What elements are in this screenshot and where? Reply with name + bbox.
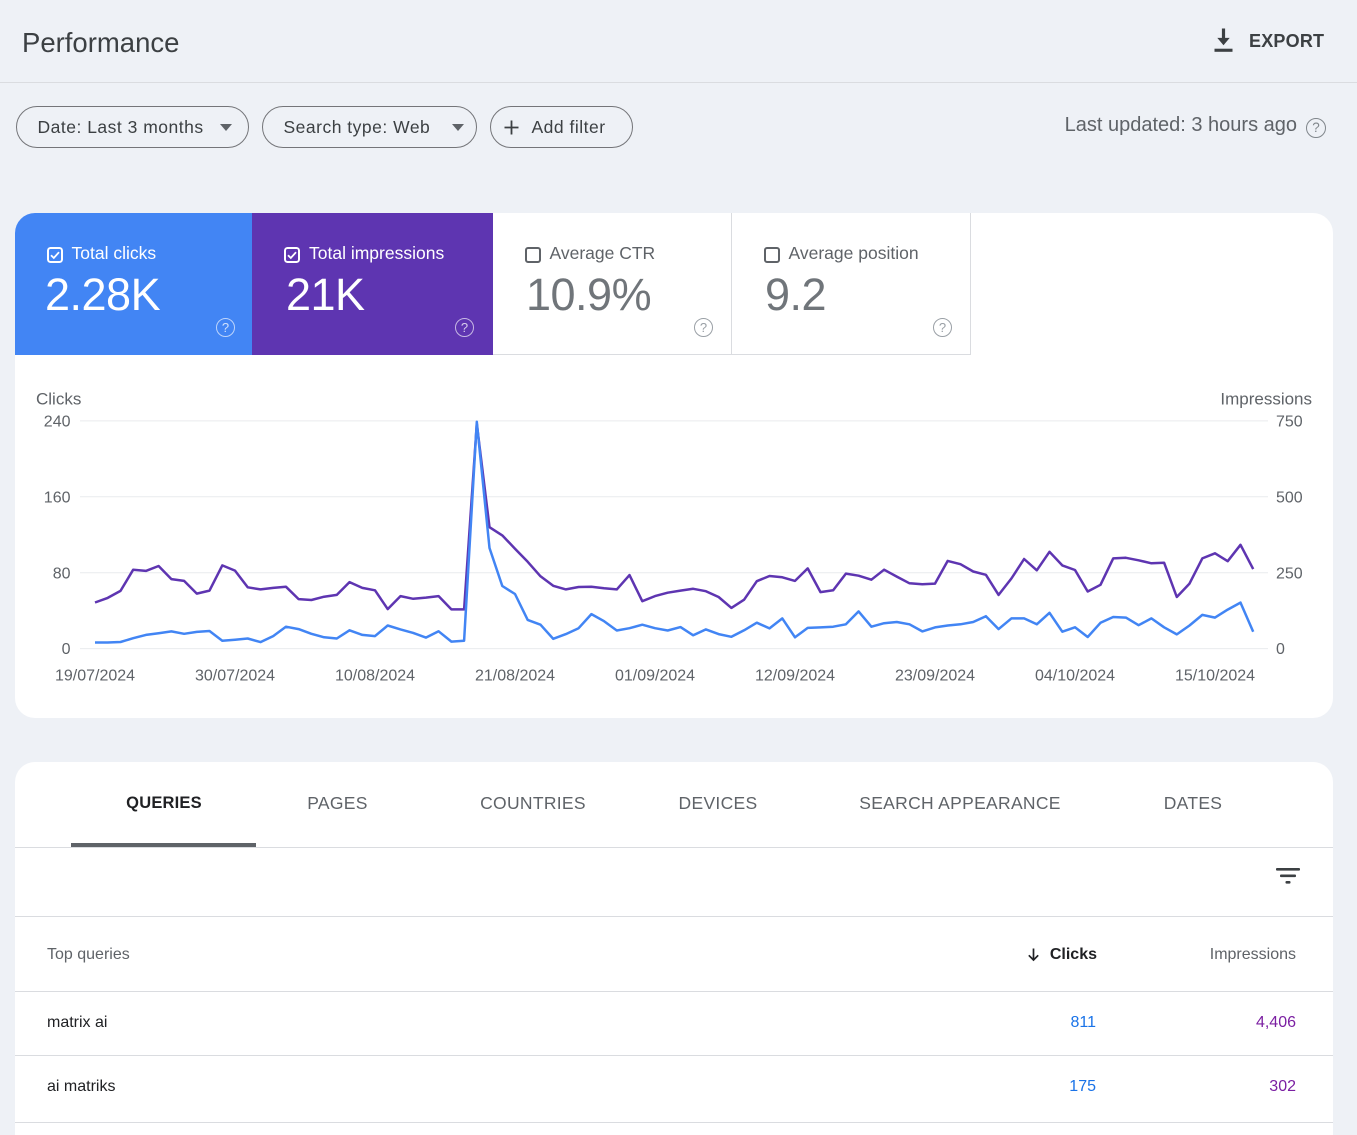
svg-text:04/10/2024: 04/10/2024 [1035,668,1115,685]
svg-text:23/09/2024: 23/09/2024 [895,668,975,685]
svg-text:160: 160 [44,489,71,506]
svg-text:80: 80 [53,565,71,582]
svg-text:240: 240 [44,414,71,431]
svg-text:0: 0 [62,641,71,658]
svg-text:250: 250 [1276,565,1303,582]
svg-text:01/09/2024: 01/09/2024 [615,668,695,685]
svg-text:10/08/2024: 10/08/2024 [335,668,415,685]
svg-text:0: 0 [1276,641,1285,658]
svg-text:15/10/2024: 15/10/2024 [1175,668,1255,685]
svg-text:Clicks: Clicks [36,390,81,409]
svg-text:19/07/2024: 19/07/2024 [55,668,135,685]
svg-text:750: 750 [1276,414,1303,431]
svg-text:12/09/2024: 12/09/2024 [755,668,835,685]
svg-text:500: 500 [1276,489,1303,506]
svg-text:30/07/2024: 30/07/2024 [195,668,275,685]
svg-text:21/08/2024: 21/08/2024 [475,668,555,685]
svg-text:Impressions: Impressions [1220,390,1312,409]
